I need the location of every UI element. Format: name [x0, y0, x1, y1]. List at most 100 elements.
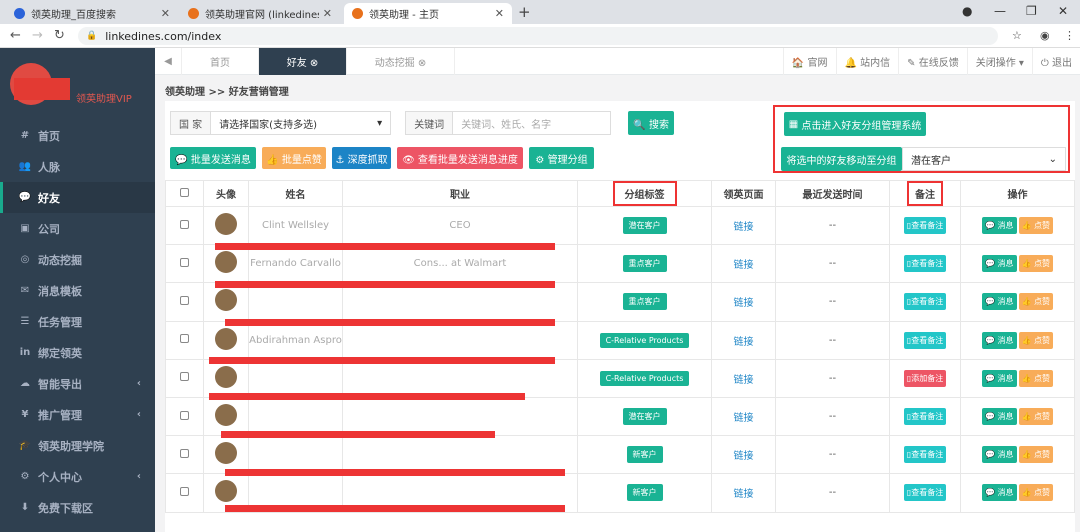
url-field[interactable]: 🔒 linkedines.com/index: [78, 27, 998, 45]
reload-icon[interactable]: ↻: [54, 28, 65, 43]
account-icon[interactable]: ◉: [1040, 29, 1050, 42]
sidebar-item-friends[interactable]: 💬 好友: [0, 182, 155, 213]
star-icon[interactable]: ☆: [1012, 29, 1022, 42]
country-select[interactable]: 请选择国家(支持多选) ▾: [211, 111, 392, 135]
like-button[interactable]: 👍 点赞: [1018, 255, 1054, 273]
linkedin-link[interactable]: 链接: [734, 375, 754, 386]
sidebar-item-company[interactable]: ▣ 公司: [0, 213, 155, 244]
sidebar-item-contacts[interactable]: 👥 人脉: [0, 151, 155, 182]
sidebar-item-activity[interactable]: ◎ 动态挖掘: [0, 244, 155, 275]
row-checkbox[interactable]: [180, 219, 189, 229]
collapse-sidebar-icon[interactable]: ◀: [155, 47, 182, 75]
browser-tab-2[interactable]: 领英助理官网 (linkedines.com) ✕: [180, 3, 340, 24]
friend-avatar[interactable]: [215, 251, 237, 274]
select-all-checkbox[interactable]: [180, 187, 189, 197]
message-button[interactable]: 💬 消息: [981, 446, 1017, 464]
sidebar-item-templates[interactable]: ✉ 消息模板: [0, 275, 155, 306]
browser-tab-3[interactable]: 领英助理 - 主页 ✕: [344, 3, 512, 24]
view-note-button[interactable]: ▯ 查看备注: [903, 293, 947, 311]
search-button[interactable]: 🔍 搜索: [628, 111, 675, 135]
group-tag[interactable]: 重点客户: [622, 255, 667, 273]
like-button[interactable]: 👍 点赞: [1018, 217, 1054, 235]
manage-groups-button[interactable]: ⚙ 管理分组: [529, 147, 594, 169]
linkedin-link[interactable]: 链接: [734, 337, 754, 348]
group-tag[interactable]: 潜在客户: [622, 217, 667, 235]
message-button[interactable]: 💬 消息: [981, 293, 1017, 311]
linkedin-link[interactable]: 链接: [734, 451, 754, 462]
group-tag[interactable]: 重点客户: [622, 293, 667, 311]
move-to-group-button[interactable]: 将选中的好友移动至分组: [781, 147, 902, 171]
linkedin-link[interactable]: 链接: [734, 222, 754, 233]
back-icon[interactable]: ←: [10, 28, 21, 43]
friend-avatar[interactable]: [215, 404, 237, 427]
message-button[interactable]: 💬 消息: [981, 369, 1017, 387]
feedback-link[interactable]: ✎ 在线反馈: [898, 48, 967, 75]
sidebar-item-personal[interactable]: ⚙ 个人中心 ‹: [0, 461, 155, 492]
keyword-input[interactable]: 关键词、姓氏、名字: [453, 111, 612, 135]
friend-avatar[interactable]: [215, 327, 237, 350]
sidebar-item-promotion[interactable]: ¥ 推广管理 ‹: [0, 399, 155, 430]
batch-progress-button[interactable]: 👁 查看批量发送消息进度: [397, 147, 523, 169]
like-button[interactable]: 👍 点赞: [1018, 293, 1054, 311]
like-button[interactable]: 👍 点赞: [1018, 446, 1054, 464]
forward-icon[interactable]: →: [32, 28, 43, 43]
friend-avatar[interactable]: [215, 365, 237, 388]
row-checkbox[interactable]: [180, 334, 189, 344]
view-note-button[interactable]: ▯ 查看备注: [903, 217, 947, 235]
friend-avatar[interactable]: [215, 480, 237, 503]
profile-dot-icon[interactable]: ●: [962, 4, 972, 18]
sidebar-item-bind-linkedin[interactable]: in 绑定领英: [0, 337, 155, 368]
view-note-button[interactable]: ▯ 查看备注: [903, 408, 947, 426]
view-note-button[interactable]: ▯ 查看备注: [903, 331, 947, 349]
row-checkbox[interactable]: [180, 257, 189, 267]
linkedin-link[interactable]: 链接: [734, 298, 754, 309]
sidebar-item-academy[interactable]: 🎓 领英助理学院: [0, 430, 155, 461]
message-button[interactable]: 💬 消息: [981, 331, 1017, 349]
close-ops-dropdown[interactable]: 关闭操作 ▾: [966, 48, 1032, 75]
sidebar-item-home[interactable]: # 首页: [0, 120, 155, 151]
new-tab-icon[interactable]: +: [518, 3, 531, 21]
message-button[interactable]: 💬 消息: [981, 255, 1017, 273]
message-button[interactable]: 💬 消息: [981, 484, 1017, 502]
restore-icon[interactable]: ❐: [1026, 4, 1037, 18]
row-checkbox[interactable]: [180, 486, 189, 496]
row-checkbox[interactable]: [180, 295, 189, 305]
batch-message-button[interactable]: 💬 批量发送消息: [170, 147, 256, 169]
tab-friends[interactable]: 好友 ⊗: [259, 47, 347, 75]
message-button[interactable]: 💬 消息: [981, 217, 1017, 235]
row-checkbox[interactable]: [180, 372, 189, 382]
sidebar-item-downloads[interactable]: ⬇ 免费下载区: [0, 492, 155, 523]
message-button[interactable]: 💬 消息: [981, 408, 1017, 426]
group-tag[interactable]: 新客户: [626, 446, 663, 464]
sidebar-item-export[interactable]: ☁ 智能导出 ‹: [0, 368, 155, 399]
linkedin-link[interactable]: 链接: [734, 413, 754, 424]
tab-activity[interactable]: 动态挖掘 ⊗: [347, 47, 455, 75]
friend-avatar[interactable]: [215, 289, 237, 312]
browser-tab-1[interactable]: 领英助理_百度搜索 ✕: [6, 3, 178, 24]
like-button[interactable]: 👍 点赞: [1018, 331, 1054, 349]
sidebar-item-tasks[interactable]: ☰ 任务管理: [0, 306, 155, 337]
menu-dots-icon[interactable]: ⋮: [1064, 29, 1075, 42]
group-tag[interactable]: 潜在客户: [622, 408, 667, 426]
add-note-button[interactable]: ▯ 添加备注: [903, 369, 947, 387]
minimize-icon[interactable]: —: [994, 4, 1006, 18]
close-window-icon[interactable]: ✕: [1058, 4, 1068, 18]
close-tab-icon[interactable]: ✕: [161, 7, 170, 20]
friend-avatar[interactable]: [215, 442, 237, 465]
like-button[interactable]: 👍 点赞: [1018, 408, 1054, 426]
friend-avatar[interactable]: [215, 213, 237, 236]
batch-like-button[interactable]: 👍 批量点赞: [262, 147, 326, 169]
view-note-button[interactable]: ▯ 查看备注: [903, 484, 947, 502]
group-tag[interactable]: 新客户: [626, 484, 663, 502]
inbox-link[interactable]: 🔔 站内信: [835, 48, 899, 75]
like-button[interactable]: 👍 点赞: [1018, 484, 1054, 502]
group-system-button[interactable]: ▦ 点击进入好友分组管理系统: [784, 112, 926, 136]
group-tag[interactable]: C-Relative Products: [599, 370, 690, 386]
close-tab-icon[interactable]: ✕: [323, 7, 332, 20]
group-tag[interactable]: C-Relative Products: [599, 332, 690, 348]
row-checkbox[interactable]: [180, 410, 189, 420]
deep-crawl-button[interactable]: ⚓ 深度抓取: [332, 147, 391, 169]
logout-link[interactable]: ⏻ 退出: [1031, 48, 1080, 75]
view-note-button[interactable]: ▯ 查看备注: [903, 446, 947, 464]
like-button[interactable]: 👍 点赞: [1018, 369, 1054, 387]
